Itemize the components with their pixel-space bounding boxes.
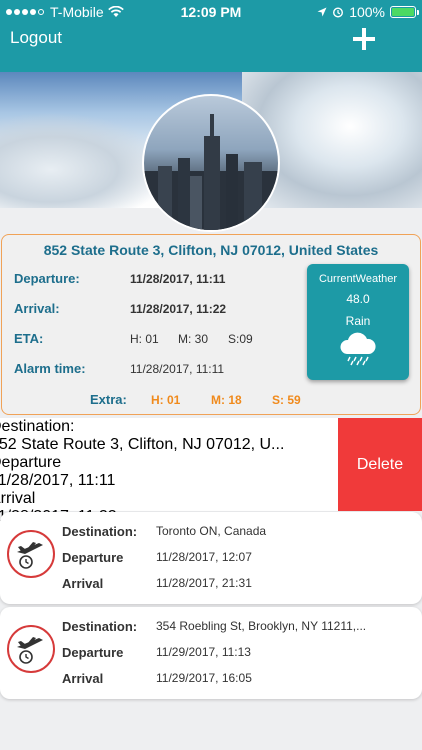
plane-clock-glyph [17,542,43,569]
extra-label: Extra: [90,392,127,407]
nav-bar: T-Mobile 12:09 PM 100% Logout [0,0,422,72]
eta-minutes: M: 30 [178,332,209,346]
extra-seconds: S: 59 [272,393,301,407]
status-bar: T-Mobile 12:09 PM 100% [0,0,422,24]
arrival-value: 11/28/2017, 21:31 [156,576,252,590]
weather-title: CurrentWeather [318,273,398,285]
departure-value: 11/28/2017, 11:11 [0,472,116,489]
status-right: 100% [317,4,419,20]
destination-value: Toronto ON, Canada [156,524,267,538]
eta-label: ETA: [14,331,44,346]
city-avatar [142,94,280,232]
battery-fill [392,8,414,16]
trip-row[interactable]: Destination: 354 Roebling St, Brooklyn, … [0,607,422,699]
departure-label: Departure [62,550,124,565]
plus-icon[interactable] [350,25,378,53]
logout-button[interactable]: Logout [10,28,62,48]
alarm-value: 11/28/2017, 11:11 [130,362,225,376]
eta-seconds: S:09 [228,332,253,346]
current-address: 852 State Route 3, Clifton, NJ 07012, Un… [43,242,379,258]
arrival-value: 11/28/2017, 11:22 [130,302,227,316]
battery-percent: 100% [349,4,385,20]
trip-row[interactable]: Destination: Toronto ON, Canada Departur… [0,512,422,604]
departure-label: Departure: [14,271,80,286]
alarm-clock-icon [333,7,344,18]
rain-cloud-icon [340,332,376,366]
destination-value: 852 State Route 3, Clifton, NJ 07012, U.… [0,436,285,453]
plane-clock-icon [7,625,55,673]
weather-card: CurrentWeather 48.0 Rain [307,264,409,380]
destination-label: Destination: [62,524,138,539]
eta-hours: H: 01 [130,332,159,346]
trip-row-swiped[interactable]: Destination: 852 State Route 3, Clifton,… [0,418,338,525]
departure-label: Departure [62,645,124,660]
arrival-value: 11/29/2017, 16:05 [156,671,252,685]
skyline-image [144,114,278,230]
current-trip-card[interactable]: 852 State Route 3, Clifton, NJ 07012, Un… [1,234,421,415]
battery-icon [390,6,419,18]
departure-value: 11/28/2017, 11:11 [130,272,226,286]
arrival-label: Arrival: [14,301,60,316]
extra-minutes: M: 18 [211,393,242,407]
departure-value: 11/28/2017, 12:07 [156,550,252,564]
plane-clock-glyph [17,637,43,664]
destination-label: Destination: [0,418,75,435]
delete-button[interactable]: Delete [338,418,422,511]
location-arrow-icon [317,7,327,17]
arrival-label: Arrival [62,671,104,686]
weather-condition: Rain [345,314,371,328]
destination-value: 354 Roebling St, Brooklyn, NY 11211,... [156,619,367,633]
arrival-label: Arrival [62,576,104,591]
departure-label: Departure [0,454,62,471]
departure-value: 11/29/2017, 11:13 [156,645,251,659]
alarm-label: Alarm time: [14,361,86,376]
arrival-label: Arrival [0,490,36,507]
plane-clock-icon [7,530,55,578]
extra-hours: H: 01 [151,393,181,407]
weather-temperature: 48.0 [346,292,370,306]
destination-label: Destination: [62,619,138,634]
